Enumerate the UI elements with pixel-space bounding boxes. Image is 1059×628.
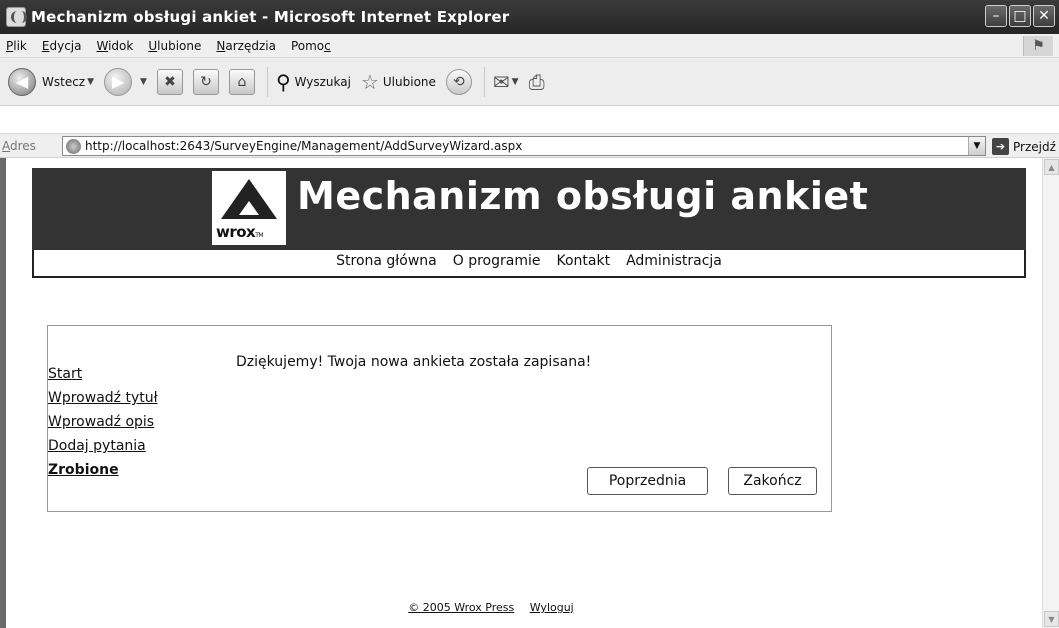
site-header: wroxTM Mechanizm obsługi ankiet: [32, 168, 1026, 250]
star-icon: ☆: [360, 69, 379, 94]
completion-message: Dziękujemy! Twoja nowa ankieta została z…: [236, 354, 592, 370]
go-button[interactable]: ➔ Przejdź: [992, 138, 1056, 155]
page-viewport: wroxTM Mechanizm obsługi ankiet Strona g…: [0, 158, 1059, 628]
nav-about[interactable]: O programie: [453, 253, 541, 269]
menu-view[interactable]: Widok: [96, 39, 133, 53]
refresh-button[interactable]: ↻: [192, 68, 219, 95]
nav-admin[interactable]: Administracja: [626, 253, 722, 269]
ie-icon: [6, 7, 27, 27]
history-button[interactable]: ⟲: [445, 68, 472, 95]
address-label: Adres: [2, 138, 36, 153]
window-title: Mechanizm obsługi ankiet - Microsoft Int…: [31, 8, 510, 26]
step-enter-description[interactable]: Wprowadź opis: [48, 410, 158, 434]
previous-button[interactable]: Poprzednia: [587, 467, 708, 495]
search-icon: ⚲: [275, 69, 291, 94]
page-icon: [66, 139, 81, 154]
back-label: Wstecz: [42, 74, 86, 89]
window-controls: – □ ✕: [985, 5, 1055, 27]
chevron-down-icon[interactable]: ▼: [512, 77, 519, 87]
survey-wizard: Start Wprowadź tytuł Wprowadź opis Dodaj…: [47, 325, 832, 512]
menu-tools[interactable]: Narzędzia: [216, 39, 276, 53]
logo-text: wrox: [216, 223, 256, 241]
copyright-link[interactable]: © 2005 Wrox Press: [408, 601, 514, 614]
wrox-logo: wroxTM: [212, 171, 286, 245]
back-arrow-icon: ◀: [8, 67, 36, 96]
browser-toolbar: ◀ Wstecz ▼ ▶ ▼ ✖ ↻ ⌂ ⚲ Wyszukaj ☆ Ulubio…: [0, 58, 1059, 106]
step-add-questions[interactable]: Dodaj pytania: [48, 434, 158, 458]
nav-contact[interactable]: Kontakt: [556, 253, 610, 269]
site-nav: Strona główna O programie Kontakt Admini…: [32, 250, 1026, 278]
url-text: http://localhost:2643/SurveyEngine/Manag…: [85, 139, 523, 153]
mail-icon: ✉: [492, 69, 510, 94]
chevron-down-icon[interactable]: ▼: [968, 137, 985, 155]
go-label: Przejdź: [1013, 139, 1056, 154]
close-button[interactable]: ✕: [1033, 5, 1055, 27]
url-input[interactable]: http://localhost:2643/SurveyEngine/Manag…: [62, 136, 986, 156]
menu-file[interactable]: Plik: [6, 39, 27, 53]
chevron-down-icon[interactable]: ▼: [87, 77, 94, 87]
site-title: Mechanizm obsługi ankiet: [297, 174, 869, 218]
stop-button[interactable]: ✖: [156, 68, 183, 95]
logout-link[interactable]: Wyloguj: [530, 601, 574, 614]
wizard-steps: Start Wprowadź tytuł Wprowadź opis Dodaj…: [48, 362, 158, 482]
go-arrow-icon: ➔: [992, 138, 1009, 155]
favorites-button[interactable]: ☆ Ulubione: [361, 70, 436, 94]
logo-tm: TM: [255, 232, 264, 239]
maximize-button[interactable]: □: [1009, 5, 1031, 27]
step-done[interactable]: Zrobione: [48, 458, 158, 482]
search-button[interactable]: ⚲ Wyszukaj: [276, 70, 351, 94]
step-start[interactable]: Start: [48, 362, 158, 386]
back-button[interactable]: ◀ Wstecz ▼: [8, 67, 94, 96]
favorites-label: Ulubione: [382, 74, 436, 89]
menu-favorites[interactable]: Ulubione: [148, 39, 201, 53]
window-titlebar: Mechanizm obsługi ankiet - Microsoft Int…: [0, 0, 1059, 34]
search-label: Wyszukaj: [294, 74, 351, 89]
address-bar: Adres http://localhost:2643/SurveyEngine…: [0, 133, 1059, 158]
menu-edit[interactable]: Edycja: [42, 39, 82, 53]
toolbar-separator: [266, 66, 268, 97]
mail-button[interactable]: ✉ ▼: [493, 70, 519, 94]
page-footer: © 2005 Wrox Press Wyloguj: [6, 601, 906, 614]
toolbar-separator: [483, 66, 485, 97]
vertical-scrollbar[interactable]: ▲ ▼: [1042, 158, 1059, 628]
home-button[interactable]: ⌂: [228, 68, 255, 95]
scroll-down-icon[interactable]: ▼: [1044, 611, 1059, 627]
minimize-button[interactable]: –: [985, 5, 1007, 27]
chevron-down-icon[interactable]: ▼: [140, 77, 147, 87]
windows-logo-icon: ⚑: [1023, 36, 1053, 56]
print-button[interactable]: ⎙: [529, 70, 545, 94]
finish-button[interactable]: Zakończ: [728, 467, 817, 495]
menu-bar: Plik Edycja Widok Ulubione Narzędzia Pom…: [0, 34, 1059, 58]
forward-arrow-icon: ▶: [104, 67, 133, 96]
step-enter-title[interactable]: Wprowadź tytuł: [48, 386, 158, 410]
scroll-up-icon[interactable]: ▲: [1044, 159, 1059, 175]
forward-button[interactable]: ▶ ▼: [104, 67, 147, 96]
nav-home[interactable]: Strona główna: [336, 253, 437, 269]
menu-help[interactable]: Pomoc: [291, 39, 331, 53]
